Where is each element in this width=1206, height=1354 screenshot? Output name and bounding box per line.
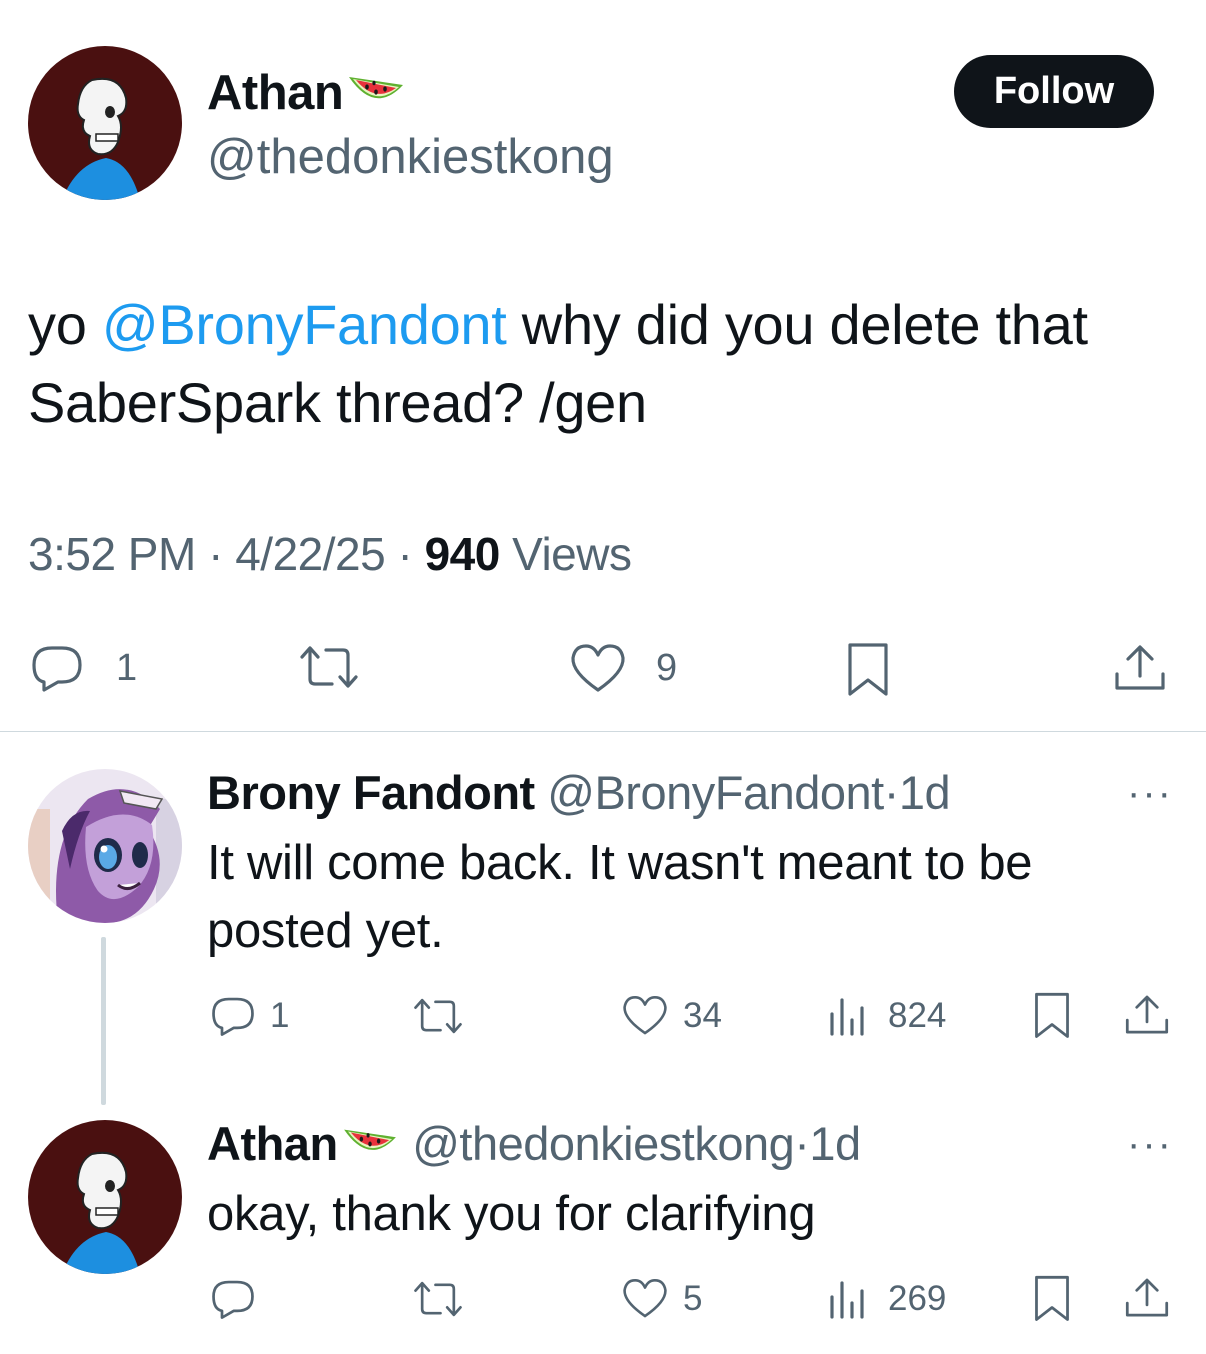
- reply-header: Brony Fandont @BronyFandont·1d: [207, 765, 951, 821]
- more-options-icon[interactable]: ···: [1127, 1124, 1173, 1164]
- reply-count: 1: [270, 996, 290, 1035]
- divider: [0, 731, 1206, 732]
- reply-count: 1: [116, 647, 138, 689]
- thread-connector: [101, 937, 106, 1105]
- share-icon[interactable]: [1112, 642, 1168, 694]
- bookmark-icon[interactable]: [844, 640, 892, 698]
- share-icon[interactable]: [1123, 992, 1171, 1038]
- reply-text: It will come back. It wasn't meant to be…: [207, 836, 1033, 958]
- view-count: 824: [888, 996, 947, 1035]
- bookmark-icon[interactable]: [1031, 990, 1073, 1040]
- mention-link[interactable]: @BronyFandont: [102, 293, 507, 356]
- tweet-text: yo @BronyFandont why did you delete that…: [28, 286, 1188, 442]
- watermelon-icon: [340, 1120, 400, 1166]
- reply-icon[interactable]: [28, 642, 86, 694]
- like-count: 9: [656, 647, 678, 689]
- retweet-icon[interactable]: [296, 643, 362, 691]
- header-separator: ·: [883, 766, 900, 819]
- avatar-brony-fandont[interactable]: [28, 769, 182, 923]
- bookmark-icon[interactable]: [1031, 1273, 1073, 1323]
- tweet-meta: 3:52 PM · 4/22/25 · 940 Views: [28, 526, 632, 582]
- share-icon[interactable]: [1123, 1275, 1171, 1321]
- avatar-athan[interactable]: [28, 46, 182, 200]
- views-count: 940: [424, 528, 501, 580]
- retweet-icon[interactable]: [410, 996, 466, 1036]
- reply-text: okay, thank you for clarifying: [207, 1187, 816, 1241]
- follow-button[interactable]: Follow: [954, 55, 1154, 128]
- reply-icon[interactable]: [208, 1277, 258, 1321]
- reply-icon[interactable]: [208, 994, 258, 1038]
- like-icon[interactable]: [620, 994, 670, 1038]
- reply-author-name[interactable]: Brony Fandont: [207, 766, 535, 819]
- views-icon[interactable]: [826, 1277, 870, 1321]
- view-count: 269: [888, 1279, 947, 1318]
- like-count: 5: [683, 1279, 703, 1318]
- reply-header: Athan @thedonkiestkong·1d: [207, 1116, 861, 1172]
- author-handle[interactable]: @thedonkiestkong: [207, 128, 614, 186]
- meta-separator: ·: [397, 528, 413, 580]
- reply-age[interactable]: 1d: [809, 1117, 861, 1170]
- watermelon-icon: [345, 67, 407, 115]
- retweet-icon[interactable]: [410, 1279, 466, 1319]
- header-separator: ·: [794, 1117, 810, 1170]
- reply-author-handle[interactable]: @thedonkiestkong: [412, 1117, 795, 1170]
- views-label: Views: [512, 528, 632, 580]
- reply-author-name[interactable]: Athan: [207, 1117, 338, 1170]
- reply-age[interactable]: 1d: [899, 766, 951, 819]
- author-name[interactable]: Athan: [207, 64, 407, 122]
- avatar-athan[interactable]: [28, 1120, 182, 1274]
- like-count: 34: [683, 996, 722, 1035]
- tweet-time[interactable]: 3:52 PM: [28, 528, 196, 580]
- like-icon[interactable]: [620, 1277, 670, 1321]
- tweet-date[interactable]: 4/22/25: [235, 528, 385, 580]
- meta-separator: ·: [208, 528, 223, 580]
- reply-author-handle[interactable]: @BronyFandont: [547, 766, 884, 819]
- views-icon[interactable]: [826, 994, 870, 1038]
- more-options-icon[interactable]: ···: [1127, 773, 1173, 813]
- like-icon[interactable]: [568, 642, 628, 696]
- tweet-text-before: yo: [28, 293, 102, 356]
- author-name-text[interactable]: Athan: [207, 66, 344, 120]
